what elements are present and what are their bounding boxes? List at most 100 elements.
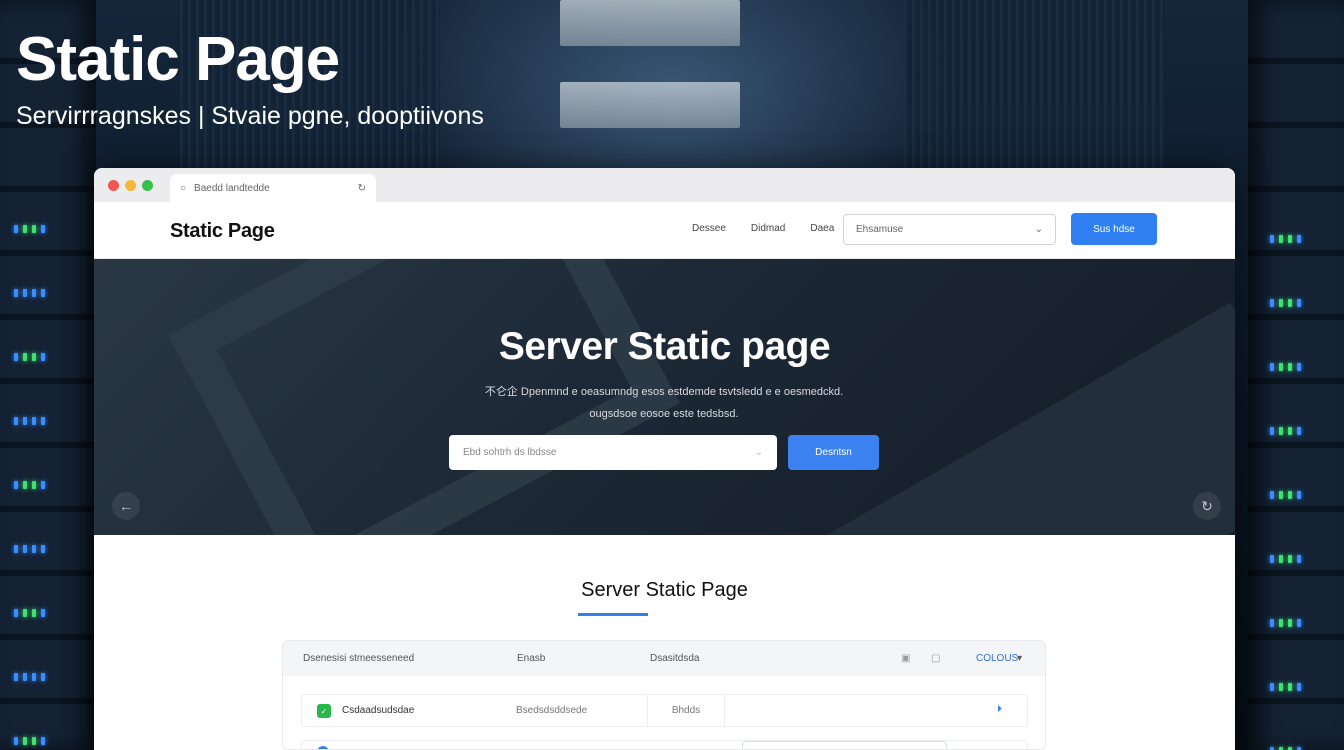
rack-led-row (14, 481, 45, 489)
table-row[interactable] (301, 740, 1028, 749)
rack-led (23, 545, 27, 553)
window-controls (108, 180, 153, 191)
rack-led-row (14, 289, 45, 297)
rack-led (32, 545, 36, 553)
hero-description-line: 不仑企 Dpenmnd e oeasumndg esos estdemde ts… (484, 386, 844, 398)
rack-led (1279, 235, 1283, 243)
row-cell: Bhdds (647, 695, 725, 726)
rack-led (32, 417, 36, 425)
carousel-prev-button[interactable]: ← (112, 492, 140, 520)
rack-led-row (14, 673, 45, 681)
carousel-next-button[interactable]: ↻ (1193, 492, 1221, 520)
check-icon: ✓ (317, 704, 331, 718)
rack-led-row (1270, 491, 1301, 499)
hero-submit-button[interactable]: Desntsn (788, 435, 879, 470)
rack-led (1279, 555, 1283, 563)
rack-led (32, 481, 36, 489)
nav-link[interactable]: Daea (810, 223, 834, 234)
rack-led (1279, 427, 1283, 435)
rack-led (1270, 555, 1274, 563)
row-input-field[interactable] (742, 741, 947, 749)
rack-led (14, 417, 18, 425)
site-logo[interactable]: Static Page (170, 220, 275, 243)
rack-led (1279, 363, 1283, 371)
main-nav: Dessee Didmad Daea (692, 223, 834, 234)
rack-led-row (1270, 427, 1301, 435)
hero-banner: Server Static page 不仑企 Dpenmnd e oeasumn… (94, 259, 1235, 535)
rack-led (1279, 619, 1283, 627)
rack-led (1297, 683, 1301, 691)
rack-led (23, 353, 27, 361)
rack-led-row (1270, 683, 1301, 691)
rack-led (1288, 235, 1292, 243)
table-header: Dsenesisi stmeesseneed Enasb Dsasitdsda … (283, 641, 1045, 676)
overlay-subtitle: Servirrragnskes | Stvaie pgne, dooptiivo… (16, 102, 484, 130)
rack-led-row (1270, 619, 1301, 627)
column-header[interactable]: Enasb (517, 653, 545, 664)
column-header[interactable]: Dsasitdsda (650, 653, 699, 664)
hero-search-input[interactable]: Ebd sohtrh ds lbdsse ⌄ (449, 435, 777, 470)
refresh-icon[interactable]: ↻ (358, 183, 366, 194)
rack-led (14, 353, 18, 361)
rack-led-row (1270, 299, 1301, 307)
rack-led (32, 353, 36, 361)
rack-led (1270, 619, 1274, 627)
browser-tab[interactable]: ○ Baedd landtedde ↻ (170, 174, 376, 202)
minimize-window-button[interactable] (125, 180, 136, 191)
rack-led-row (14, 737, 45, 745)
rack-led (41, 545, 45, 553)
row-cell: Bsedsdsddsede (516, 705, 588, 716)
close-window-button[interactable] (108, 180, 119, 191)
rack-led (14, 673, 18, 681)
nav-link[interactable]: Dessee (692, 223, 726, 234)
header-cta-button[interactable]: Sus hdse (1071, 213, 1157, 245)
rack-led (1270, 427, 1274, 435)
rack-led (14, 545, 18, 553)
rack-led (23, 225, 27, 233)
play-icon[interactable]: ⏵ (997, 704, 1002, 715)
rack-led (1297, 491, 1301, 499)
rack-led (41, 737, 45, 745)
rack-led (1288, 363, 1292, 371)
rack-led (23, 609, 27, 617)
rack-led-row (1270, 235, 1301, 243)
rack-led (1288, 491, 1292, 499)
rack-led (14, 289, 18, 297)
tab-label: Baedd landtedde (194, 182, 270, 194)
rack-led (41, 481, 45, 489)
section-title: Server Static Page (581, 579, 748, 601)
section-underline (578, 613, 648, 616)
rack-led (1297, 299, 1301, 307)
row-name: Csdaadsudsdae (342, 705, 415, 716)
rack-led (23, 737, 27, 745)
rack-led-row (1270, 555, 1301, 563)
grid-icon[interactable]: ▣ (901, 653, 910, 664)
rack-led (1288, 619, 1292, 627)
table-row[interactable]: ✓ Csdaadsudsdae Bsedsdsddsede Bhdds ⏵ (301, 694, 1028, 727)
rack-led-row (1270, 363, 1301, 371)
rack-led (1270, 491, 1274, 499)
rack-led (23, 481, 27, 489)
rack-led (1297, 619, 1301, 627)
maximize-window-button[interactable] (142, 180, 153, 191)
rack-led (1279, 299, 1283, 307)
caret-down-icon[interactable]: ▾ (1017, 653, 1022, 664)
rack-led (1279, 683, 1283, 691)
column-header[interactable]: Dsenesisi stmeesseneed (303, 653, 414, 664)
rack-led (41, 353, 45, 361)
circle-icon: ○ (180, 182, 187, 194)
square-icon[interactable]: ▢ (931, 653, 940, 664)
rack-led (41, 289, 45, 297)
site-header: Static Page Dessee Didmad Daea Ehsamuse … (94, 202, 1235, 259)
browser-chrome: ○ Baedd landtedde ↻ (94, 168, 1235, 202)
rack-led (1270, 235, 1274, 243)
chevron-down-icon: ⌄ (754, 447, 763, 458)
rack-led (41, 417, 45, 425)
status-filter[interactable]: COLOUS (976, 653, 1018, 664)
header-dropdown[interactable]: Ehsamuse ⌄ (843, 214, 1056, 245)
rack-led (1288, 555, 1292, 563)
dropdown-value: Ehsamuse (856, 224, 904, 235)
nav-link[interactable]: Didmad (751, 223, 785, 234)
rack-led (1279, 491, 1283, 499)
rack-led (1270, 299, 1274, 307)
